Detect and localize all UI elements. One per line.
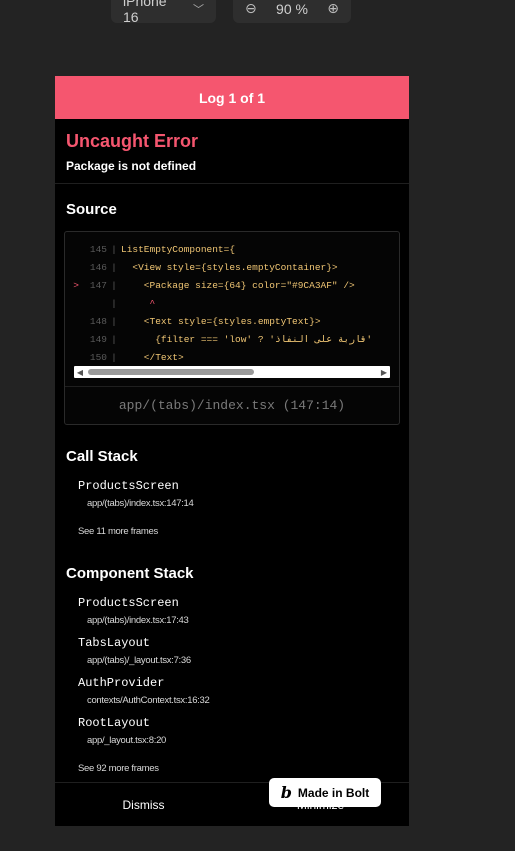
made-in-bolt-badge[interactable]: b Made in Bolt	[269, 778, 381, 807]
frame-location: app/_layout.tsx:8:20	[87, 735, 167, 746]
error-message: Package is not defined	[66, 159, 197, 173]
line-number: 147	[89, 279, 107, 291]
error-caret: ^	[121, 297, 156, 309]
horizontal-scrollbar[interactable]: ◀ ▶	[74, 366, 390, 378]
line-gutter: |	[111, 351, 117, 363]
frame-location: app/(tabs)/_layout.tsx:7:36	[87, 655, 191, 666]
line-code: ListEmptyComponent={	[121, 243, 236, 255]
call-stack-list: ProductsScreen app/(tabs)/index.tsx:147:…	[55, 479, 409, 509]
component-frame[interactable]: RootLayout app/_layout.tsx:8:20	[55, 716, 409, 746]
scroll-left-icon[interactable]: ◀	[74, 366, 86, 378]
code-line: 148 | <Text style={styles.emptyText}>	[65, 312, 399, 330]
log-counter: Log 1 of 1	[198, 89, 266, 106]
code-line: 150 | </Text>	[65, 348, 399, 366]
call-stack-title: Call Stack	[66, 448, 138, 465]
code-line: 145 | ListEmptyComponent={	[65, 240, 399, 258]
line-gutter: |	[111, 333, 117, 345]
dismiss-button[interactable]: Dismiss	[55, 783, 232, 826]
line-code: <Text style={styles.emptyText}>	[121, 315, 321, 327]
zoom-out-icon[interactable]: ⊖	[245, 0, 257, 17]
line-number: 146	[89, 261, 107, 273]
line-number: 149	[89, 333, 107, 345]
scrollbar-thumb[interactable]	[88, 369, 254, 375]
code-line: 149 | {filter === 'low' ? 'قاربة على الن…	[65, 330, 399, 348]
error-summary: Uncaught Error Package is not defined	[55, 119, 409, 184]
component-frame[interactable]: AuthProvider contexts/AuthContext.tsx:16…	[55, 676, 409, 706]
code-lines: 145 | ListEmptyComponent={ 146 | <View s…	[65, 232, 399, 366]
zoom-level: 90 %	[276, 0, 308, 17]
see-more-call-frames[interactable]: See 11 more frames	[55, 526, 409, 537]
line-gutter: |	[111, 243, 117, 255]
badge-label: Made in Bolt	[297, 785, 370, 800]
line-gutter: |	[111, 279, 117, 291]
line-number: 148	[89, 315, 107, 327]
line-gutter: |	[111, 261, 117, 273]
frame-location: app/(tabs)/index.tsx:17:43	[87, 615, 189, 626]
component-stack-title: Component Stack	[66, 565, 194, 582]
line-code: <View style={styles.emptyContainer}>	[121, 261, 338, 273]
line-code: <Package size={64} color="#9CA3AF" />	[121, 279, 355, 291]
frame-name: ProductsScreen	[78, 479, 179, 493]
code-frame[interactable]: 145 | ListEmptyComponent={ 146 | <View s…	[64, 231, 400, 425]
zoom-control: ⊖ 90 % ⊕	[233, 0, 351, 23]
scroll-right-icon[interactable]: ▶	[378, 366, 390, 378]
error-title: Uncaught Error	[66, 131, 199, 151]
line-code: {filter === 'low' ? 'قاربة على النفاذ'	[121, 333, 373, 345]
code-line-error: > 147 | <Package size={64} color="#9CA3A…	[65, 276, 399, 294]
code-line-caret: | ^	[65, 294, 399, 312]
line-gutter: |	[111, 297, 117, 309]
stack-frame[interactable]: ProductsScreen app/(tabs)/index.tsx:147:…	[55, 479, 409, 509]
source-title: Source	[66, 201, 117, 218]
line-number: 150	[89, 351, 107, 363]
code-line: 146 | <View style={styles.emptyContainer…	[65, 258, 399, 276]
log-header: Log 1 of 1	[55, 76, 409, 119]
frame-name: ProductsScreen	[78, 596, 179, 610]
frame-name: AuthProvider	[78, 676, 165, 690]
line-number: 145	[89, 243, 107, 255]
component-frame[interactable]: TabsLayout app/(tabs)/_layout.tsx:7:36	[55, 636, 409, 666]
frame-name: RootLayout	[78, 716, 151, 730]
frame-location: contexts/AuthContext.tsx:16:32	[87, 695, 210, 706]
device-label: iPhone 16	[123, 0, 167, 25]
frame-location: app/(tabs)/index.tsx:147:14	[87, 498, 194, 509]
zoom-in-icon[interactable]: ⊕	[327, 0, 339, 17]
line-gutter: |	[111, 315, 117, 327]
source-file-link[interactable]: app/(tabs)/index.tsx (147:14)	[65, 386, 399, 424]
frame-name: TabsLayout	[78, 636, 151, 650]
device-selector[interactable]: iPhone 16 ﹀	[111, 0, 216, 25]
bolt-logo-icon: b	[280, 783, 292, 802]
see-more-component-frames[interactable]: See 92 more frames	[55, 763, 409, 774]
component-frame[interactable]: ProductsScreen app/(tabs)/index.tsx:17:4…	[55, 596, 409, 626]
device-screen: Log 1 of 1 Uncaught Error Package is not…	[55, 76, 409, 826]
line-marker: >	[73, 279, 79, 291]
component-stack-list: ProductsScreen app/(tabs)/index.tsx:17:4…	[55, 596, 409, 746]
line-code: </Text>	[121, 351, 184, 363]
chevron-down-icon: ﹀	[193, 3, 204, 16]
